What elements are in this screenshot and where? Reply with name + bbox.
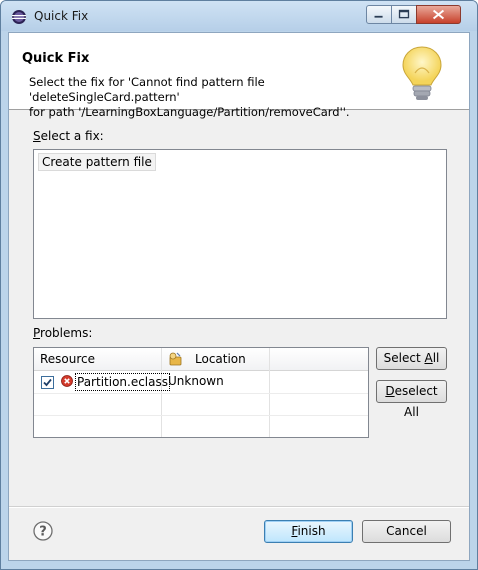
help-icon[interactable]: ? xyxy=(33,521,53,541)
fix-item-create-pattern-file[interactable]: Create pattern file xyxy=(38,153,156,171)
deselect-all-label-post: eselect All xyxy=(394,384,438,419)
lightbulb-icon xyxy=(402,46,442,100)
eclipse-icon xyxy=(12,10,26,24)
select-fix-accel: S xyxy=(33,129,41,143)
problem-location-cell: Unknown xyxy=(168,374,224,388)
banner-message-line-1: Select the fix for 'Cannot find pattern … xyxy=(29,75,265,104)
cancel-button[interactable]: Cancel xyxy=(362,520,451,543)
fix-list[interactable]: Create pattern file xyxy=(33,149,447,319)
problems-accel: P xyxy=(33,326,41,340)
minimize-button[interactable] xyxy=(366,5,392,24)
svg-text:?: ? xyxy=(39,525,47,540)
finish-button[interactable]: Finish xyxy=(264,520,353,543)
select-all-label-post: ll xyxy=(432,351,440,365)
select-all-button[interactable]: Select All xyxy=(376,347,447,370)
select-fix-label: Select a fix: xyxy=(33,129,104,143)
row-divider xyxy=(34,415,368,416)
banner-message: Select the fix for 'Cannot find pattern … xyxy=(29,75,399,120)
checkmark-icon xyxy=(43,378,52,387)
problems-label: Problems: xyxy=(33,326,92,340)
maximize-button[interactable] xyxy=(391,5,417,24)
window-title: Quick Fix xyxy=(34,9,89,23)
minimize-icon xyxy=(374,15,383,18)
problem-row-checkbox[interactable] xyxy=(41,376,54,389)
maximize-icon xyxy=(398,9,410,19)
row-divider xyxy=(34,393,368,394)
location-icon xyxy=(169,352,182,366)
banner-title: Quick Fix xyxy=(22,51,90,66)
problem-resource-cell[interactable]: Partition.eclass xyxy=(75,373,170,391)
column-header-location[interactable]: Location xyxy=(195,352,246,366)
dialog-banner: Quick Fix Select the fix for 'Cannot fin… xyxy=(9,33,469,119)
column-header-resource[interactable]: Resource xyxy=(40,352,95,366)
select-all-accel: A xyxy=(424,351,433,365)
problems-table[interactable]: Resource Location Partition.eclass Unkno… xyxy=(33,347,369,438)
close-window-button[interactable] xyxy=(416,5,461,24)
error-icon xyxy=(61,375,73,387)
problems-label-rest: roblems: xyxy=(40,326,93,340)
footer-separator xyxy=(9,506,469,508)
table-header: Resource Location xyxy=(34,348,368,371)
dialog-body: Quick Fix Select the fix for 'Cannot fin… xyxy=(8,32,470,561)
banner-message-line-2: for path '/LearningBoxLanguage/Partition… xyxy=(29,105,350,119)
select-all-label-pre: Select xyxy=(383,351,425,365)
title-bar[interactable]: Quick Fix xyxy=(1,1,477,31)
deselect-all-button[interactable]: Deselect All xyxy=(376,380,447,419)
deselect-all-accel: D xyxy=(385,384,395,398)
close-icon xyxy=(432,9,445,20)
select-fix-label-rest: elect a fix: xyxy=(40,129,104,143)
quick-fix-window: Quick Fix Quick Fix Select the fix for '… xyxy=(0,0,478,570)
finish-label-post: inish xyxy=(297,524,326,538)
